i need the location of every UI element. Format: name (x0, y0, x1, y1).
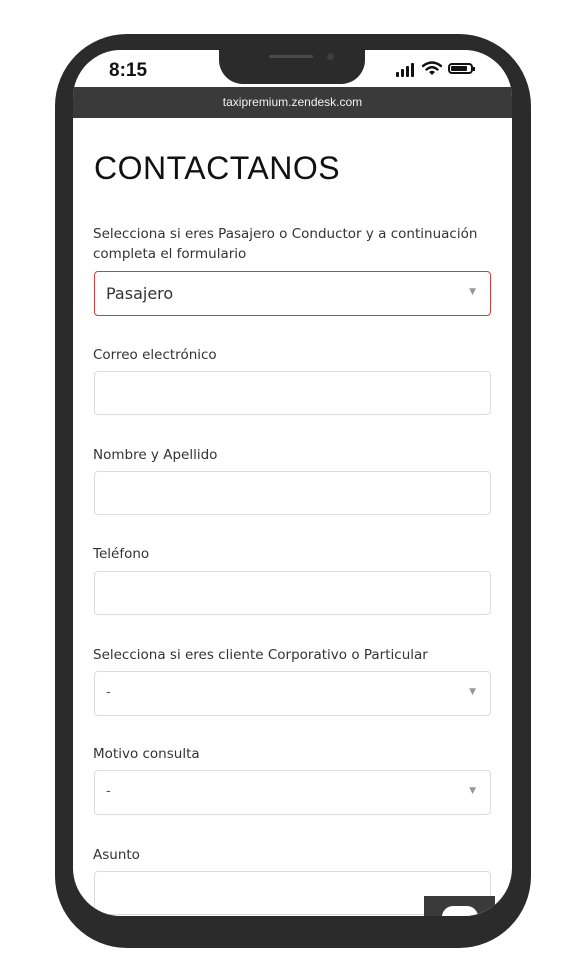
page-title: CONTACTANOS (94, 150, 341, 186)
phone-label: Teléfono (93, 546, 150, 562)
dropdown-caret-icon: ▼ (469, 687, 476, 697)
reason-label: Motivo consulta (93, 746, 200, 762)
chat-bubble-icon (442, 906, 478, 916)
name-label: Nombre y Apellido (93, 447, 218, 463)
form-intro-text: Selecciona si eres Pasajero o Conductor … (93, 226, 478, 262)
reason-select[interactable]: - ▼ (94, 770, 491, 815)
phone-notch (219, 50, 365, 84)
speaker-grille (269, 55, 313, 58)
email-field[interactable] (94, 371, 491, 415)
page-content: CONTACTANOS Selecciona si eres Pasajero … (73, 118, 512, 916)
dropdown-caret-icon: ▼ (469, 786, 476, 796)
phone-field[interactable] (94, 571, 491, 615)
battery-icon (448, 63, 475, 74)
client-type-select[interactable]: - ▼ (94, 671, 491, 716)
subject-label: Asunto (93, 847, 140, 863)
name-field[interactable] (94, 471, 491, 515)
browser-url-bar[interactable]: taxipremium.zendesk.com (73, 87, 512, 118)
client-type-label: Selecciona si eres cliente Corporativo o… (93, 647, 428, 663)
email-label: Correo electrónico (93, 347, 217, 363)
user-type-value: Pasajero (106, 284, 174, 303)
client-type-value: - (106, 685, 111, 700)
chat-widget-button[interactable] (424, 896, 495, 916)
dropdown-caret-icon: ▼ (469, 287, 476, 297)
front-camera (327, 53, 334, 60)
status-time: 8:15 (109, 60, 148, 81)
status-bar: 8:15 (73, 50, 512, 87)
reason-value: - (106, 784, 111, 799)
phone-screen: 8:15 taxipremium.zendesk.com CONTACTANOS… (73, 50, 512, 916)
wifi-icon (422, 61, 442, 75)
user-type-select[interactable]: Pasajero ▼ (94, 271, 491, 316)
